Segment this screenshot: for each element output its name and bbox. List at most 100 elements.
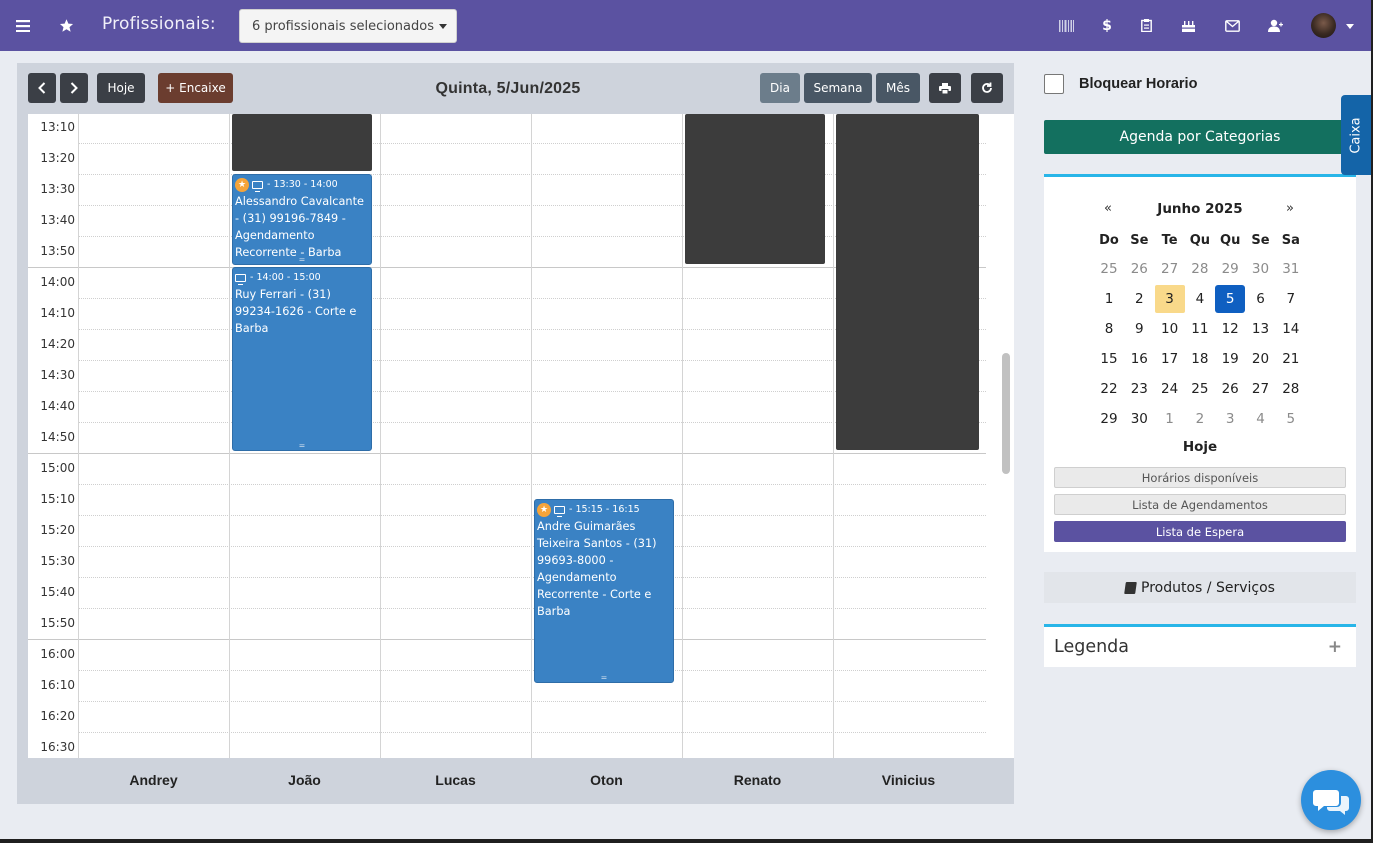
agenda-categories-button[interactable]: Agenda por Categorias bbox=[1044, 120, 1356, 154]
calendar-day[interactable]: 2 bbox=[1185, 405, 1215, 433]
print-button[interactable] bbox=[929, 73, 961, 103]
resize-handle[interactable]: = bbox=[233, 442, 371, 450]
calendar-day[interactable]: 30 bbox=[1246, 255, 1276, 283]
calendar-day[interactable]: 5 bbox=[1276, 405, 1306, 433]
calendar-day[interactable]: 19 bbox=[1215, 345, 1245, 373]
encaixe-button[interactable]: + Encaixe bbox=[158, 73, 233, 103]
calendar-day[interactable]: 29 bbox=[1215, 255, 1245, 283]
chat-button[interactable] bbox=[1301, 770, 1361, 830]
clipboard-icon[interactable] bbox=[1139, 0, 1153, 51]
calendar-day[interactable]: 14 bbox=[1276, 315, 1306, 343]
professionals-select[interactable]: 6 profissionais selecionados bbox=[239, 9, 457, 43]
calendar-day[interactable]: 25 bbox=[1185, 375, 1215, 403]
calendar-day[interactable]: 29 bbox=[1094, 405, 1124, 433]
view-month-button[interactable]: Mês bbox=[876, 73, 920, 103]
calendar-day[interactable]: 16 bbox=[1124, 345, 1154, 373]
time-label: 15:20 bbox=[40, 523, 75, 537]
user-menu-caret-icon[interactable] bbox=[1346, 24, 1354, 29]
block-time-label[interactable]: Bloquear Horario bbox=[1079, 76, 1197, 92]
appointment[interactable]: ★ - 15:15 - 16:15 Andre Guimarães Teixei… bbox=[534, 499, 674, 683]
barcode-icon[interactable] bbox=[1058, 0, 1074, 51]
calendar-day[interactable]: 7 bbox=[1276, 285, 1306, 313]
calendar-day[interactable]: 4 bbox=[1246, 405, 1276, 433]
calendar-day[interactable]: 6 bbox=[1246, 285, 1276, 313]
appointment[interactable]: ★ - 13:30 - 14:00 Alessandro Cavalcante … bbox=[232, 174, 372, 265]
mini-calendar-today-link[interactable]: Hoje bbox=[1044, 439, 1356, 455]
products-services-button[interactable]: Produtos / Serviços bbox=[1044, 572, 1356, 603]
calendar-day[interactable]: 12 bbox=[1215, 315, 1245, 343]
time-label: 15:00 bbox=[40, 461, 75, 475]
appointment-time: - 14:00 - 15:00 bbox=[250, 272, 321, 283]
calendar-day[interactable]: 26 bbox=[1215, 375, 1245, 403]
time-label: 13:20 bbox=[40, 151, 75, 165]
calendar-day[interactable]: 22 bbox=[1094, 375, 1124, 403]
calendar-day[interactable]: 25 bbox=[1094, 255, 1124, 283]
calendar-day[interactable]: 15 bbox=[1094, 345, 1124, 373]
refresh-icon bbox=[982, 82, 992, 93]
calendar-day[interactable]: 13 bbox=[1246, 315, 1276, 343]
calendar-day[interactable]: 11 bbox=[1185, 315, 1215, 343]
avatar[interactable] bbox=[1311, 13, 1336, 38]
calendar-day[interactable]: 30 bbox=[1124, 405, 1154, 433]
calendar-day[interactable]: 3 bbox=[1215, 405, 1245, 433]
calendar-day[interactable]: 5 bbox=[1215, 285, 1246, 313]
refresh-button[interactable] bbox=[971, 73, 1003, 103]
prev-day-button[interactable] bbox=[28, 73, 56, 103]
column-divider bbox=[78, 114, 79, 758]
calendar-day[interactable]: 28 bbox=[1276, 375, 1306, 403]
calendar-day[interactable]: 28 bbox=[1185, 255, 1215, 283]
scrollbar-thumb[interactable] bbox=[1002, 353, 1010, 474]
calendar-day[interactable]: 2 bbox=[1124, 285, 1154, 313]
next-day-button[interactable] bbox=[60, 73, 88, 103]
calendar-day[interactable]: 27 bbox=[1246, 375, 1276, 403]
appointments-list-button[interactable]: Lista de Agendamentos bbox=[1054, 494, 1346, 515]
calendar-day[interactable]: 20 bbox=[1246, 345, 1276, 373]
mail-icon[interactable] bbox=[1223, 0, 1241, 51]
star-icon[interactable] bbox=[57, 0, 75, 51]
calendar-day[interactable]: 10 bbox=[1155, 315, 1185, 343]
dollar-icon[interactable]: $ bbox=[1100, 0, 1114, 51]
available-times-button[interactable]: Horários disponíveis bbox=[1054, 467, 1346, 488]
day-grid[interactable]: 13:10 13:20 13:30 13:40 13:50 14:00 14:10 14:20… bbox=[28, 114, 986, 758]
calendar-day[interactable]: 18 bbox=[1185, 345, 1215, 373]
column-divider bbox=[682, 114, 683, 758]
app-frame: Profissionais: 6 profissionais seleciona… bbox=[0, 0, 1371, 839]
blocked-slot[interactable] bbox=[836, 114, 979, 450]
blocked-slot[interactable] bbox=[685, 114, 825, 264]
calendar-day[interactable]: 1 bbox=[1094, 285, 1124, 313]
calendar-day[interactable]: 24 bbox=[1155, 375, 1185, 403]
calendar-day[interactable]: 1 bbox=[1155, 405, 1185, 433]
professionals-label: Profissionais: bbox=[102, 14, 216, 34]
calendar-day[interactable]: 31 bbox=[1276, 255, 1306, 283]
calendar-day[interactable]: 26 bbox=[1124, 255, 1154, 283]
calendar-day[interactable]: 21 bbox=[1276, 345, 1306, 373]
resize-handle[interactable]: = bbox=[233, 256, 371, 264]
appointment[interactable]: - 14:00 - 15:00 Ruy Ferrari - (31) 99234… bbox=[232, 267, 372, 451]
mini-calendar-title[interactable]: Junho 2025 bbox=[1044, 201, 1356, 217]
calendar-day[interactable]: 3 bbox=[1154, 285, 1185, 313]
calendar-day[interactable]: 17 bbox=[1155, 345, 1185, 373]
waitlist-button[interactable]: Lista de Espera bbox=[1054, 521, 1346, 542]
user-plus-icon[interactable] bbox=[1267, 0, 1283, 51]
calendar-day[interactable]: 27 bbox=[1155, 255, 1185, 283]
cash-tab[interactable]: Caixa bbox=[1341, 95, 1371, 175]
legend-title: Legenda bbox=[1054, 637, 1130, 657]
calendar-day[interactable]: 9 bbox=[1124, 315, 1154, 343]
today-button[interactable]: Hoje bbox=[97, 73, 145, 103]
view-week-button[interactable]: Semana bbox=[804, 73, 872, 103]
block-time-checkbox[interactable] bbox=[1044, 74, 1064, 94]
expand-plus-icon[interactable]: + bbox=[1328, 637, 1342, 657]
professional-name: Renato bbox=[733, 772, 782, 788]
time-label: 13:40 bbox=[40, 213, 75, 227]
next-month-button[interactable]: » bbox=[1282, 201, 1298, 216]
calendar-day[interactable]: 23 bbox=[1124, 375, 1154, 403]
calendar-day[interactable]: 4 bbox=[1185, 285, 1215, 313]
calendar-day[interactable]: 8 bbox=[1094, 315, 1124, 343]
resize-handle[interactable]: = bbox=[535, 674, 673, 682]
view-day-button[interactable]: Dia bbox=[760, 73, 800, 103]
time-label: 14:00 bbox=[40, 275, 75, 289]
hamburger-icon[interactable] bbox=[14, 0, 32, 51]
blocked-slot[interactable] bbox=[232, 114, 372, 171]
legend-panel[interactable]: Legenda + bbox=[1044, 624, 1356, 667]
cake-icon[interactable] bbox=[1179, 0, 1197, 51]
